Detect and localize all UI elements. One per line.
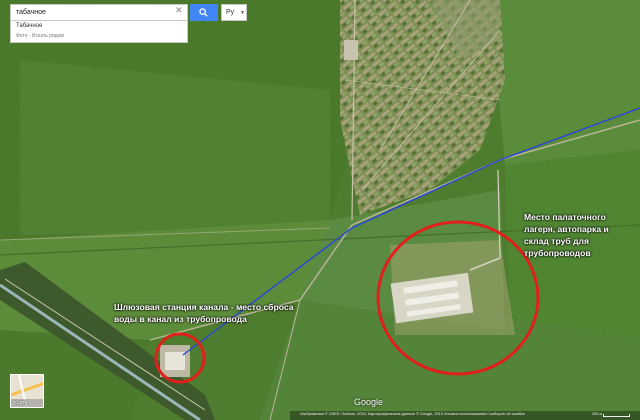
search-button[interactable] [190, 4, 218, 21]
map-layer-label: Карта [14, 400, 28, 406]
scale-label: 200 м [592, 412, 603, 416]
suggestion-actions[interactable]: Фото · Искать рядом [16, 33, 64, 39]
camp-annotation: Место палаточного лагеря, автопарка и ск… [524, 212, 609, 258]
lock-station-annotation: Шлюзовая станция канала - место сброса в… [114, 302, 294, 324]
search-icon [199, 8, 208, 17]
search-suggestion[interactable]: Табачное Фото · Искать рядом [10, 21, 188, 43]
close-icon[interactable]: ✕ [175, 6, 183, 15]
chevron-down-icon: ▼ [240, 10, 245, 16]
search-input[interactable]: табачное [10, 4, 188, 21]
map-layer-toggle[interactable]: Карта [10, 374, 44, 408]
google-logo: Google [354, 397, 384, 407]
satellite-map[interactable] [0, 0, 640, 420]
attribution-text[interactable]: Изображения © CNES / Astrium, 2015, Карт… [300, 412, 525, 416]
suggestion-title: Табачное [16, 23, 43, 29]
scale-bar [603, 414, 630, 417]
